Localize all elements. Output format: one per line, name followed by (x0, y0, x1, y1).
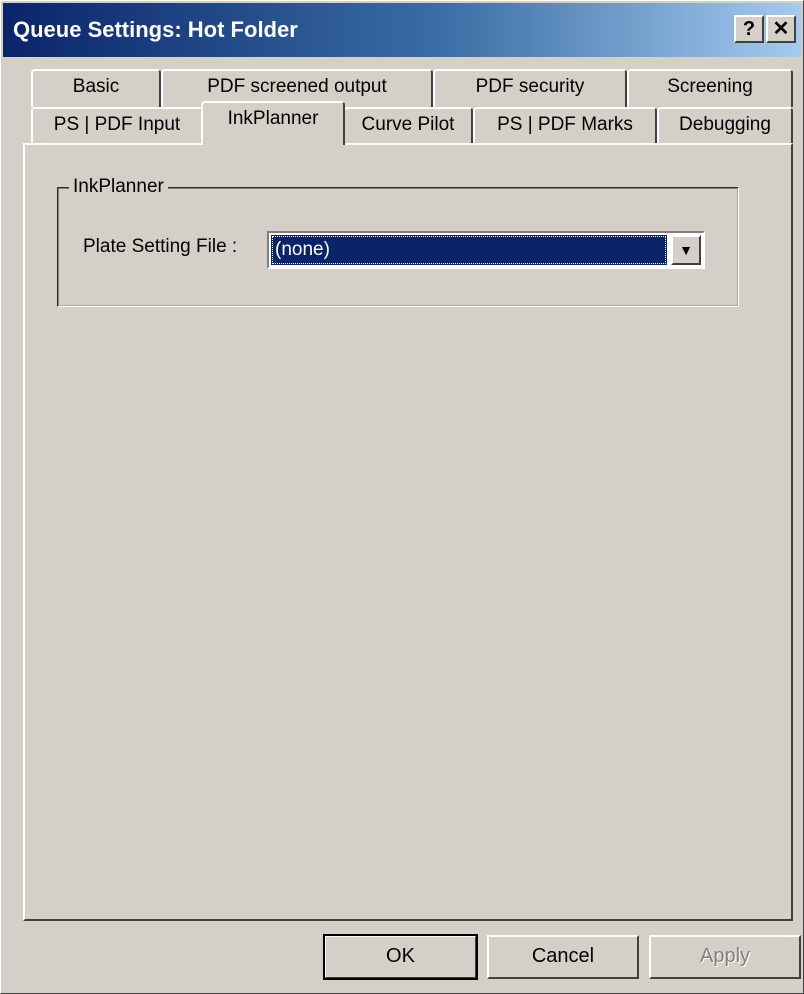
tab-panel-inkplanner: InkPlanner Plate Setting File : (none) ▼ (23, 143, 793, 921)
title-bar[interactable]: Queue Settings: Hot Folder ? ✕ (3, 3, 801, 57)
close-button[interactable]: ✕ (766, 15, 796, 43)
tab-debugging[interactable]: Debugging (657, 107, 793, 145)
close-icon: ✕ (772, 18, 790, 40)
tab-label: PDF security (475, 76, 585, 97)
inkplanner-groupbox: InkPlanner Plate Setting File : (none) ▼ (57, 175, 739, 307)
plate-setting-file-label: Plate Setting File : (83, 236, 238, 257)
tab-inkplanner[interactable]: InkPlanner (201, 101, 345, 145)
tab-label: Curve Pilot (361, 114, 455, 135)
tab-ps-pdf-input[interactable]: PS | PDF Input (31, 107, 203, 145)
plate-setting-file-dropdown[interactable]: (none) ▼ (267, 231, 705, 269)
groupbox-title: InkPlanner (69, 175, 168, 199)
tab-label: PS | PDF Marks (497, 114, 633, 135)
tab-label: PDF screened output (207, 76, 387, 97)
tab-screening[interactable]: Screening (627, 69, 793, 107)
ok-button[interactable]: OK (323, 934, 478, 980)
tab-curve-pilot[interactable]: Curve Pilot (343, 107, 473, 145)
tab-label: Debugging (679, 114, 771, 135)
plate-setting-file-value[interactable]: (none) (271, 235, 667, 265)
tab-label: PS | PDF Input (53, 114, 181, 135)
tab-label: Basic (72, 76, 120, 97)
apply-button[interactable]: Apply (649, 935, 801, 979)
tab-label: Screening (667, 76, 753, 97)
tab-ps-pdf-marks[interactable]: PS | PDF Marks (473, 107, 657, 145)
queue-settings-dialog: Queue Settings: Hot Folder ? ✕ Basic PDF… (0, 0, 804, 994)
tab-label: InkPlanner (227, 108, 319, 129)
dropdown-arrow-icon[interactable]: ▼ (671, 235, 701, 265)
tab-pdf-security[interactable]: PDF security (433, 69, 627, 107)
help-button[interactable]: ? (734, 15, 764, 43)
window-title: Queue Settings: Hot Folder (13, 17, 298, 42)
help-icon: ? (742, 18, 756, 40)
tab-basic[interactable]: Basic (31, 69, 161, 107)
cancel-button[interactable]: Cancel (487, 935, 639, 979)
